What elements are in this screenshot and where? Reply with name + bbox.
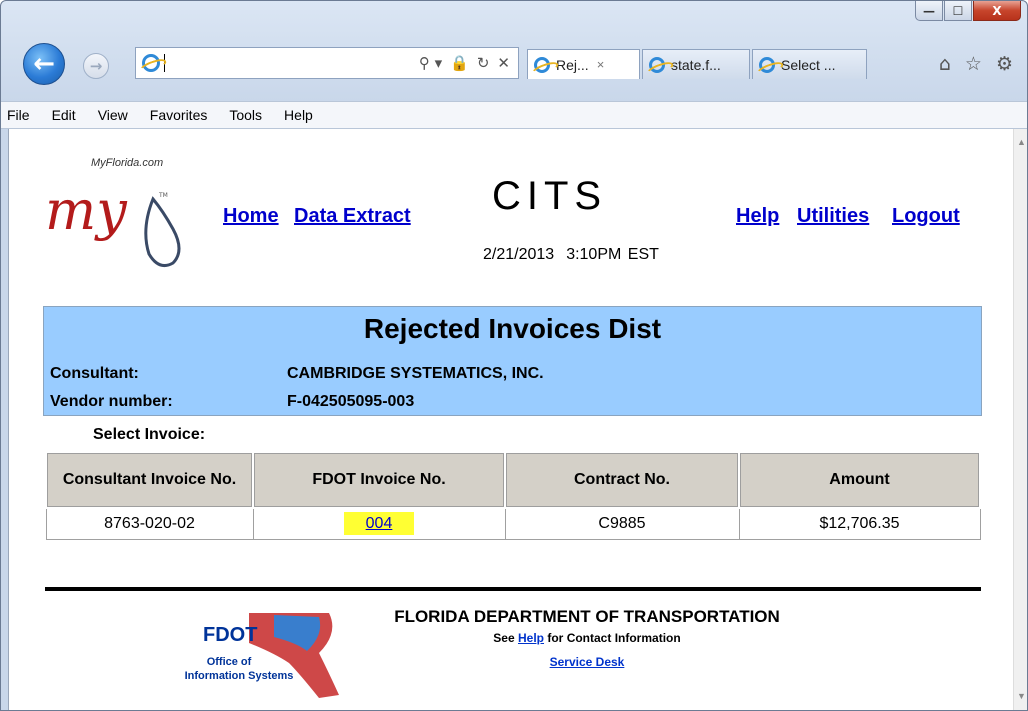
tab-select[interactable]: Select ... <box>752 49 867 79</box>
home-icon[interactable]: ⌂ <box>939 53 951 75</box>
fdot-logo-text: FDOT <box>203 624 257 646</box>
tab-state[interactable]: state.f... <box>642 49 750 79</box>
scroll-up-icon[interactable]: ▲ <box>1017 137 1026 147</box>
favorites-star-icon[interactable]: ☆ <box>965 53 982 75</box>
contact-suffix: for Contact Information <box>547 631 681 645</box>
select-invoice-label: Select Invoice: <box>93 426 206 443</box>
address-tools: ⚲ ▾ 🔒 ↻ ✕ <box>419 54 510 72</box>
tab-label: Rej... <box>556 56 589 73</box>
fdot-invoice-link[interactable]: 004 <box>343 512 415 535</box>
report-title: Rejected Invoices Dist <box>363 313 662 344</box>
stop-icon[interactable]: ✕ <box>497 54 510 72</box>
invoice-table: Consultant Invoice No. FDOT Invoice No. … <box>45 451 981 540</box>
column-header-fdot-invoice: FDOT Invoice No. <box>252 451 506 509</box>
footer-help-link[interactable]: Help <box>518 631 544 645</box>
fdot-logo: FDOT Office of Information Systems <box>185 613 339 698</box>
date-time: 2/21/2013 3:10PM EST <box>483 246 659 264</box>
time-text: 3:10PM EST <box>566 246 659 263</box>
table-header-row: Consultant Invoice No. FDOT Invoice No. … <box>45 451 981 509</box>
arrow-left-icon: ← <box>33 49 55 79</box>
menu-tools[interactable]: Tools <box>229 107 262 123</box>
vendor-number-label: Vendor number: <box>50 393 173 410</box>
refresh-icon[interactable]: ↻ <box>477 54 490 72</box>
column-header-consultant-invoice: Consultant Invoice No. <box>45 451 254 509</box>
browser-window: — ☐ X ← → ⚲ ▾ 🔒 ↻ ✕ Rej... × state.f... … <box>0 0 1028 711</box>
fdot-logo-line2: Information Systems <box>185 670 294 682</box>
navigation-bar: ← → ⚲ ▾ 🔒 ↻ ✕ Rej... × state.f... Select… <box>1 31 1027 85</box>
fdot-logo-line1: Office of <box>207 656 252 668</box>
page-title: CITS <box>492 174 608 218</box>
myflorida-logo[interactable]: my TM <box>41 159 201 274</box>
search-dropdown-icon[interactable]: ⚲ ▾ <box>419 54 442 72</box>
contact-prefix: See <box>493 631 515 645</box>
menu-bar: File Edit View Favorites Tools Help <box>1 101 1027 129</box>
column-header-amount: Amount <box>738 451 981 509</box>
menu-edit[interactable]: Edit <box>52 107 76 123</box>
forward-button[interactable]: → <box>83 53 109 79</box>
arrow-right-icon: → <box>89 57 103 75</box>
ie-tab-icon <box>534 56 550 73</box>
tab-close-icon[interactable]: × <box>597 57 605 72</box>
vendor-number-value: F-042505095-003 <box>287 393 415 410</box>
page-viewport: MyFlorida.com my TM Home Data Extract CI… <box>8 129 1014 710</box>
consultant-invoice-cell: 8763-020-02 <box>45 507 254 540</box>
menu-help[interactable]: Help <box>284 107 313 123</box>
ie-tab-icon <box>759 56 775 73</box>
consultant-label: Consultant: <box>50 365 139 382</box>
date-text: 2/21/2013 <box>483 246 555 263</box>
close-button[interactable]: X <box>973 1 1021 21</box>
logo-mark: my <box>45 179 128 242</box>
maximize-button[interactable]: ☐ <box>944 1 972 21</box>
scroll-down-icon[interactable]: ▼ <box>1017 691 1026 701</box>
footer-contact-line: See Help for Contact Information <box>357 631 817 645</box>
fdot-invoice-cell: 004 <box>252 507 506 540</box>
back-button[interactable]: ← <box>23 43 65 85</box>
lock-icon[interactable]: 🔒 <box>450 54 469 72</box>
menu-view[interactable]: View <box>98 107 128 123</box>
logout-link[interactable]: Logout <box>892 205 960 228</box>
amount-cell: $12,706.35 <box>738 507 981 540</box>
report-header: Rejected Invoices Dist Consultant: CAMBR… <box>43 306 982 416</box>
browser-toolbar-icons: ⌂ ☆ ⚙ <box>939 53 1013 75</box>
utilities-link[interactable]: Utilities <box>797 205 869 228</box>
vertical-scrollbar[interactable]: ▲ ▼ <box>1013 129 1027 710</box>
footer-divider <box>45 587 981 591</box>
window-controls: — ☐ X <box>914 1 1021 23</box>
menu-favorites[interactable]: Favorites <box>150 107 208 123</box>
footer-title: FLORIDA DEPARTMENT OF TRANSPORTATION <box>394 607 780 626</box>
home-link[interactable]: Home <box>223 205 279 228</box>
column-header-contract: Contract No. <box>504 451 740 509</box>
data-extract-link[interactable]: Data Extract <box>294 205 411 228</box>
gear-icon[interactable]: ⚙ <box>996 53 1013 75</box>
service-desk-link[interactable]: Service Desk <box>357 655 817 669</box>
tab-label: Select ... <box>781 56 836 73</box>
menu-file[interactable]: File <box>7 107 30 123</box>
table-row: 8763-020-02 004 C9885 $12,706.35 <box>45 507 981 540</box>
tab-label: state.f... <box>671 56 721 73</box>
logo-tm: TM <box>158 192 168 199</box>
ie-page-icon <box>142 54 160 72</box>
minimize-button[interactable]: — <box>915 1 943 21</box>
tab-rejected[interactable]: Rej... × <box>527 49 640 79</box>
help-link[interactable]: Help <box>736 205 779 228</box>
ie-tab-icon <box>649 56 665 73</box>
consultant-value: CAMBRIDGE SYSTEMATICS, INC. <box>287 365 544 382</box>
address-bar[interactable]: ⚲ ▾ 🔒 ↻ ✕ <box>135 47 519 79</box>
contract-cell: C9885 <box>504 507 740 540</box>
